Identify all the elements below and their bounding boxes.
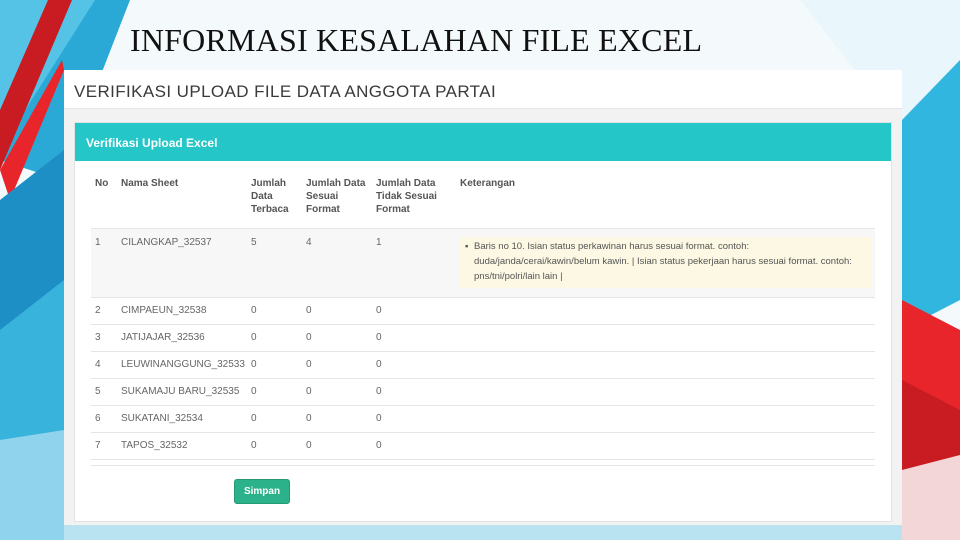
cell-note: [456, 297, 875, 325]
column-header-total: Jumlah Data Terbaca: [247, 177, 302, 229]
cell-sheet: LEUWINANGGUNG_32533: [117, 351, 247, 379]
top-bar: VERIFIKASI UPLOAD FILE DATA ANGGOTA PART…: [64, 70, 902, 109]
column-header-invalid: Jumlah Data Tidak Sesuai Format: [372, 177, 456, 229]
cell-total: 5: [247, 228, 302, 298]
cell-sheet: SUKATANI_32534: [117, 405, 247, 433]
app-screenshot: VERIFIKASI UPLOAD FILE DATA ANGGOTA PART…: [64, 70, 902, 525]
panel-title: Verifikasi Upload Excel: [86, 136, 218, 150]
cell-invalid: 0: [372, 432, 456, 460]
cell-note: [456, 405, 875, 433]
cell-valid: 0: [302, 405, 372, 433]
cell-sheet: CILANGKAP_32537: [117, 228, 247, 298]
cell-valid: 0: [302, 351, 372, 379]
cell-total: 0: [247, 378, 302, 406]
column-header-sheet: Nama Sheet: [117, 177, 247, 229]
cell-total: 0: [247, 324, 302, 352]
bullet-icon: ▪: [465, 241, 469, 252]
cell-total: 0: [247, 297, 302, 325]
column-header-valid: Jumlah Data Sesuai Format: [302, 177, 372, 229]
cell-no: 6: [91, 405, 117, 433]
panel-header: Verifikasi Upload Excel: [75, 123, 891, 161]
cell-total: 0: [247, 405, 302, 433]
slide-title: INFORMASI KESALAHAN FILE EXCEL: [130, 22, 703, 58]
cell-note: [456, 324, 875, 352]
cell-valid: 0: [302, 432, 372, 460]
cell-no: 5: [91, 378, 117, 406]
cell-invalid: 1: [372, 228, 456, 298]
cell-valid: 0: [302, 324, 372, 352]
save-button[interactable]: Simpan: [234, 479, 290, 504]
content-area: Verifikasi Upload Excel No Nama Sheet Ju…: [64, 109, 902, 525]
cell-note: [456, 432, 875, 460]
table-header-row: No Nama Sheet Jumlah Data Terbaca Jumlah…: [91, 177, 875, 229]
cell-valid: 0: [302, 378, 372, 406]
verification-table: No Nama Sheet Jumlah Data Terbaca Jumlah…: [91, 177, 875, 460]
table-row: 3 JATIJAJAR_32536 0 0 0: [91, 324, 875, 352]
cell-no: 2: [91, 297, 117, 325]
cell-no: 1: [91, 228, 117, 298]
error-note-text: Baris no 10. Isian status perkawinan har…: [474, 241, 852, 282]
cell-valid: 0: [302, 297, 372, 325]
cell-sheet: CIMPAEUN_32538: [117, 297, 247, 325]
cell-total: 0: [247, 432, 302, 460]
column-header-note: Keterangan: [456, 177, 875, 229]
cell-total: 0: [247, 351, 302, 379]
page-heading: VERIFIKASI UPLOAD FILE DATA ANGGOTA PART…: [74, 82, 497, 101]
cell-invalid: 0: [372, 297, 456, 325]
table-row: 5 SUKAMAJU BARU_32535 0 0 0: [91, 378, 875, 406]
cell-invalid: 0: [372, 378, 456, 406]
table-row: 7 TAPOS_32532 0 0 0: [91, 432, 875, 460]
table-row: 6 SUKATANI_32534 0 0 0: [91, 405, 875, 433]
verification-panel: Verifikasi Upload Excel No Nama Sheet Ju…: [74, 122, 892, 522]
table-row: 4 LEUWINANGGUNG_32533 0 0 0: [91, 351, 875, 379]
cell-note: [456, 378, 875, 406]
cell-valid: 4: [302, 228, 372, 298]
table-row: 2 CIMPAEUN_32538 0 0 0: [91, 297, 875, 325]
table-divider: [91, 465, 875, 466]
cell-note: [456, 351, 875, 379]
cell-invalid: 0: [372, 405, 456, 433]
cell-note: ▪ Baris no 10. Isian status perkawinan h…: [456, 228, 875, 298]
cell-invalid: 0: [372, 324, 456, 352]
cell-no: 3: [91, 324, 117, 352]
column-header-no: No: [91, 177, 117, 229]
table-row: 1 CILANGKAP_32537 5 4 1 ▪ Baris no 10. I…: [91, 228, 875, 298]
cell-invalid: 0: [372, 351, 456, 379]
cell-sheet: SUKAMAJU BARU_32535: [117, 378, 247, 406]
cell-sheet: JATIJAJAR_32536: [117, 324, 247, 352]
cell-no: 4: [91, 351, 117, 379]
cell-no: 7: [91, 432, 117, 460]
cell-sheet: TAPOS_32532: [117, 432, 247, 460]
error-note: ▪ Baris no 10. Isian status perkawinan h…: [460, 237, 871, 288]
